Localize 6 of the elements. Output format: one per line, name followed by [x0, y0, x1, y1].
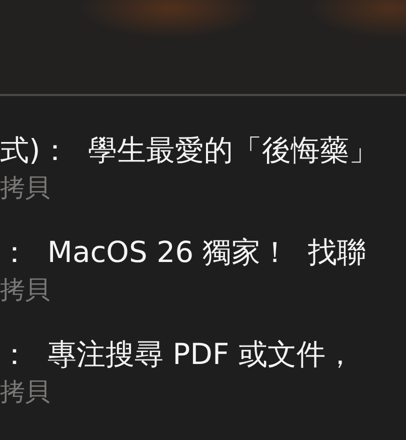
- result-title: ： MacOS 26 獨家！ 找聯: [0, 234, 366, 270]
- result-subtitle: 拷貝: [0, 376, 50, 408]
- result-title: 式)： 學生最愛的「後悔藥」: [0, 132, 378, 168]
- result-subtitle: 拷貝: [0, 172, 50, 204]
- result-title: ： 專注搜尋 PDF 或文件，: [0, 336, 354, 372]
- result-subtitle: 拷貝: [0, 274, 50, 306]
